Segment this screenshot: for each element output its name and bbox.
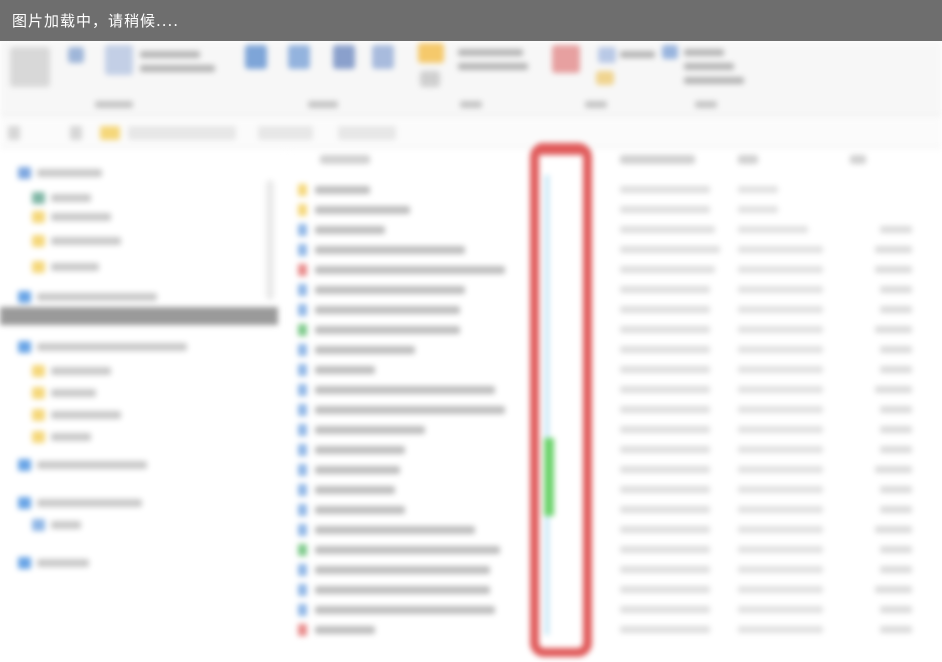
address-bar[interactable] xyxy=(0,118,942,148)
nav-item[interactable] xyxy=(18,458,147,471)
nav-item-quick-access[interactable] xyxy=(18,166,102,179)
nav-scrollbar[interactable] xyxy=(266,180,274,300)
loading-banner: 图片加载中，请稍候.... xyxy=(0,0,942,41)
file-row[interactable] xyxy=(298,482,395,497)
file-row[interactable] xyxy=(298,542,500,557)
file-row[interactable] xyxy=(298,382,495,397)
move-to-button[interactable] xyxy=(245,45,267,69)
edit-button[interactable] xyxy=(596,71,614,85)
file-row[interactable] xyxy=(298,242,465,257)
file-row[interactable] xyxy=(298,522,475,537)
select-all-button[interactable] xyxy=(662,45,678,59)
file-row[interactable] xyxy=(298,622,375,637)
nav-item[interactable] xyxy=(32,191,91,204)
breadcrumb-1[interactable] xyxy=(128,126,236,140)
nav-item[interactable] xyxy=(32,364,111,377)
rename-button[interactable] xyxy=(372,45,394,69)
column-header-date[interactable] xyxy=(620,155,695,164)
up-icon[interactable] xyxy=(70,126,82,140)
nav-item[interactable] xyxy=(32,260,99,273)
nav-item-this-pc[interactable] xyxy=(18,340,187,353)
file-row[interactable] xyxy=(298,422,425,437)
delete-button[interactable] xyxy=(333,45,355,69)
file-row[interactable] xyxy=(298,322,460,337)
ribbon-toolbar xyxy=(0,41,942,116)
nav-item[interactable] xyxy=(32,408,121,421)
file-row[interactable] xyxy=(298,202,410,217)
file-row[interactable] xyxy=(298,222,385,237)
nav-selected-row[interactable] xyxy=(0,307,278,325)
file-row[interactable] xyxy=(298,282,465,297)
file-row[interactable] xyxy=(298,442,405,457)
nav-item[interactable] xyxy=(18,496,142,509)
properties-button[interactable] xyxy=(552,45,580,73)
file-row[interactable] xyxy=(298,342,415,357)
copy-button[interactable] xyxy=(68,47,84,63)
open-button[interactable] xyxy=(598,47,616,63)
column-header-name[interactable] xyxy=(320,155,370,164)
file-row[interactable] xyxy=(298,302,460,317)
folder-icon xyxy=(100,126,120,140)
file-list xyxy=(290,150,942,662)
nav-item-network[interactable] xyxy=(18,556,89,569)
status-column-highlight xyxy=(530,143,592,657)
blurred-explorer-screenshot xyxy=(0,0,942,662)
file-row[interactable] xyxy=(298,182,370,197)
back-icon[interactable] xyxy=(8,126,20,140)
nav-item[interactable] xyxy=(32,210,111,223)
pin-quick-access-button[interactable] xyxy=(10,47,50,87)
loading-text: 图片加载中，请稍候.... xyxy=(12,12,180,30)
column-header-type[interactable] xyxy=(738,155,758,164)
column-header-size[interactable] xyxy=(850,155,866,164)
new-folder-button[interactable] xyxy=(418,43,444,63)
breadcrumb-3[interactable] xyxy=(338,126,396,140)
nav-item[interactable] xyxy=(32,518,81,531)
file-row[interactable] xyxy=(298,562,490,577)
nav-item[interactable] xyxy=(32,234,121,247)
navigation-pane xyxy=(0,150,285,662)
file-row[interactable] xyxy=(298,502,405,517)
file-row[interactable] xyxy=(298,402,505,417)
new-item-button[interactable] xyxy=(420,71,440,87)
copy-to-button[interactable] xyxy=(288,45,310,69)
file-row[interactable] xyxy=(298,582,490,597)
nav-item[interactable] xyxy=(32,386,96,399)
file-row[interactable] xyxy=(298,262,505,277)
file-row[interactable] xyxy=(298,362,375,377)
nav-item-onedrive[interactable] xyxy=(18,290,157,303)
paste-button[interactable] xyxy=(105,45,133,75)
nav-item[interactable] xyxy=(32,430,91,443)
file-row[interactable] xyxy=(298,462,400,477)
file-row[interactable] xyxy=(298,602,495,617)
breadcrumb-2[interactable] xyxy=(258,126,313,140)
